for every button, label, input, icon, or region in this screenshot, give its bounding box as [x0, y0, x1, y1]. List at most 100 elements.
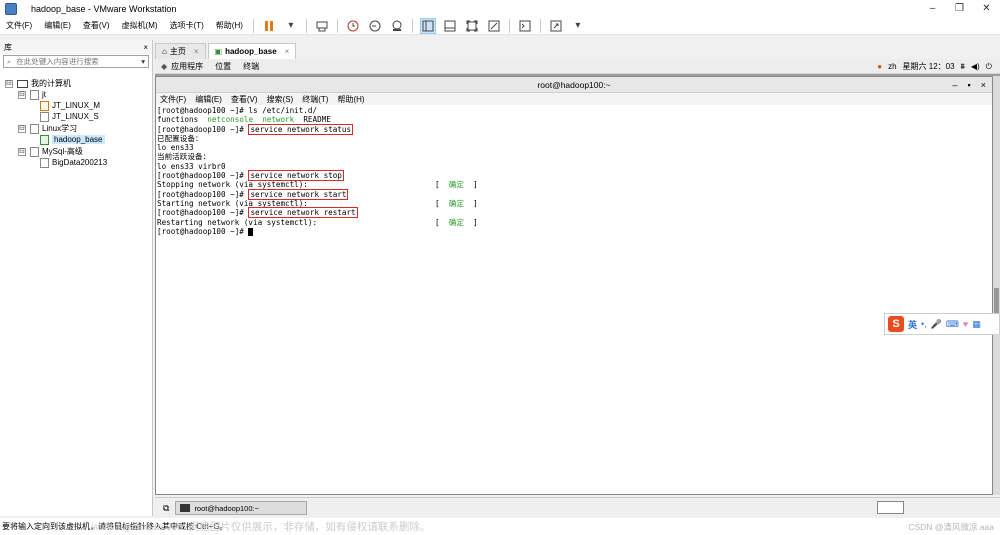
toolbox-icon[interactable]: ▦ [972, 319, 981, 330]
terminal-line: 当前活跃设备： [157, 152, 992, 161]
chevron-down-icon[interactable]: ▾ [141, 57, 145, 66]
folder-icon [30, 123, 39, 134]
tab-label: hadoop_base [225, 47, 277, 56]
show-library-icon[interactable] [419, 17, 436, 34]
send-keys-icon[interactable] [314, 18, 330, 34]
power-icon[interactable]: ⏻ [986, 62, 992, 72]
terminal-menu-terminal[interactable]: 终端(T) [302, 94, 328, 105]
terminal-window[interactable]: root@hadoop100:~ – ▪ × 文件(F) 编辑(E) 查看(V)… [155, 76, 993, 495]
terminal-line: lo ens33 [157, 143, 992, 152]
menu-help[interactable]: 帮助(H) [210, 20, 249, 31]
terminal-minimize-button[interactable]: – [953, 80, 958, 90]
snapshot-manager-icon[interactable] [389, 18, 405, 34]
menu-file[interactable]: 文件(F) [0, 20, 38, 31]
window-title: hadoop_base - VMware Workstation [31, 3, 177, 14]
guest-lang[interactable]: zh [888, 62, 896, 71]
ime-language[interactable]: 英 [908, 318, 917, 331]
pause-icon[interactable] [261, 18, 277, 34]
sogou-logo-icon[interactable]: S [888, 316, 904, 332]
taskbar-terminal-item[interactable]: root@hadoop100:~ [175, 501, 308, 515]
collapse-icon[interactable]: ⊟ [5, 79, 13, 88]
guest-menu-applications[interactable]: 应用程序 [171, 61, 203, 72]
revert-snapshot-icon[interactable] [367, 18, 383, 34]
chevron-down-icon[interactable]: ▾ [283, 18, 299, 34]
tab-home[interactable]: ⌂ 主页 × [155, 43, 206, 59]
ok-status: [ 确定 ] [435, 180, 478, 189]
menu-vm[interactable]: 虚拟机(M) [116, 20, 164, 31]
ok-bracket: [ [435, 198, 440, 208]
network-status-icon: ● [877, 62, 883, 71]
terminal-menu-file[interactable]: 文件(F) [160, 94, 186, 105]
library-title: 库 [4, 42, 12, 52]
skin-icon[interactable]: ♥ [963, 319, 968, 329]
terminal-icon [180, 504, 191, 512]
library-header: 库 × [0, 40, 152, 54]
tree-item-hadoop-base[interactable]: hadoop_base [40, 134, 105, 145]
show-desktop-icon[interactable]: ⧉ [163, 503, 169, 514]
workspace-switcher[interactable] [877, 501, 904, 514]
toolbar-separator [508, 18, 510, 33]
home-icon: ⌂ [162, 47, 167, 56]
tree-item-label: JT_LINUX_M [52, 101, 101, 110]
tab-close-button[interactable]: × [285, 47, 290, 56]
terminal-menu-edit[interactable]: 编辑(E) [195, 94, 222, 105]
running-vm-icon [40, 134, 49, 145]
tab-close-button[interactable]: × [194, 47, 199, 56]
punctuation-icon[interactable]: •, [921, 319, 927, 329]
chevron-down-icon[interactable]: ▾ [570, 18, 586, 34]
prompt: [root@hadoop100 ~]# [157, 226, 249, 236]
ok-status: [ 确定 ] [435, 199, 478, 208]
tree-item-jt-linux-m[interactable]: JT_LINUX_M [40, 100, 100, 111]
library-search-input[interactable]: ⌕ 在此处键入内容进行搜索 ▾ [3, 55, 149, 68]
guest-clock[interactable]: 星期六 12：03 [903, 61, 955, 72]
collapse-icon[interactable]: ⊟ [18, 147, 26, 156]
library-close-button[interactable]: × [143, 43, 148, 52]
guest-menu-places[interactable]: 位置 [215, 61, 231, 72]
collapse-icon[interactable]: ⊟ [18, 90, 26, 99]
tree-item-my-computer[interactable]: ⊟ 我的计算机 [5, 78, 71, 89]
minimize-button[interactable]: – [919, 0, 946, 17]
terminal-title-bar: root@hadoop100:~ – ▪ × [156, 77, 992, 93]
vm-scrollbar[interactable] [993, 76, 1000, 495]
tree-item-jt[interactable]: ⊟ jt [18, 89, 46, 100]
maximize-button[interactable]: ❐ [946, 0, 973, 17]
guest-menu-terminal[interactable]: 终端 [243, 61, 259, 72]
vm-icon [40, 111, 49, 122]
terminal-maximize-button[interactable]: ▪ [968, 80, 971, 90]
output-text: 当前活跃设备： [157, 152, 211, 162]
terminal-close-button[interactable]: × [981, 80, 986, 90]
tab-hadoop-base[interactable]: ▣ hadoop_base × [207, 43, 297, 59]
menu-view[interactable]: 查看(V) [77, 20, 116, 31]
tree-item-label: BigData200213 [52, 158, 108, 167]
terminal-line: [root@hadoop100 ~]# service network rest… [157, 207, 992, 219]
stretch-guest-icon[interactable] [548, 18, 564, 34]
terminal-menu-help[interactable]: 帮助(H) [337, 94, 364, 105]
fullscreen-icon[interactable] [464, 18, 480, 34]
guest-taskbar: ⧉ root@hadoop100:~ [155, 497, 1000, 518]
prompt: [root@hadoop100 ~]# [157, 208, 249, 218]
output-text: functions [157, 115, 199, 125]
menu-edit[interactable]: 编辑(E) [38, 20, 77, 31]
terminal-menu-search[interactable]: 搜索(S) [267, 94, 294, 105]
console-view-icon[interactable] [517, 18, 533, 34]
guest-top-bar: ◆ 应用程序 位置 终端 ● zh 星期六 12：03 ⩩ ◀) ⏻ [155, 59, 1000, 74]
terminal-output[interactable]: [root@hadoop100 ~]# ls /etc/init.d/ func… [156, 105, 992, 236]
snapshot-icon[interactable] [345, 18, 361, 34]
menu-bar: 文件(F) 编辑(E) 查看(V) 虚拟机(M) 选项卡(T) 帮助(H) ▾ … [0, 17, 1000, 35]
menu-tabs[interactable]: 选项卡(T) [164, 20, 210, 31]
ime-toolbar[interactable]: S 英 •, 🎤 ⌨ ♥ ▦ [884, 313, 1000, 335]
taskbar-item-label: root@hadoop100:~ [194, 503, 259, 513]
thumbnail-bar-icon[interactable] [442, 18, 458, 34]
guest-apps-icon: ◆ [161, 61, 168, 71]
tree-item-bigdata[interactable]: BigData200213 [40, 157, 107, 168]
microphone-icon[interactable]: 🎤 [931, 319, 942, 330]
tree-item-jt-linux-s[interactable]: JT_LINUX_S [40, 111, 99, 122]
unity-icon[interactable] [486, 18, 502, 34]
toolbar-separator [539, 18, 541, 33]
terminal-menu-view[interactable]: 查看(V) [231, 94, 258, 105]
collapse-icon[interactable]: ⊟ [18, 124, 26, 133]
keyboard-icon[interactable]: ⌨ [946, 319, 959, 330]
close-button[interactable]: ✕ [973, 0, 1000, 17]
tree-item-linux-study[interactable]: ⊟ Linux学习 [18, 123, 77, 134]
tree-item-mysql[interactable]: ⊟ MySql-高级 [18, 146, 83, 157]
